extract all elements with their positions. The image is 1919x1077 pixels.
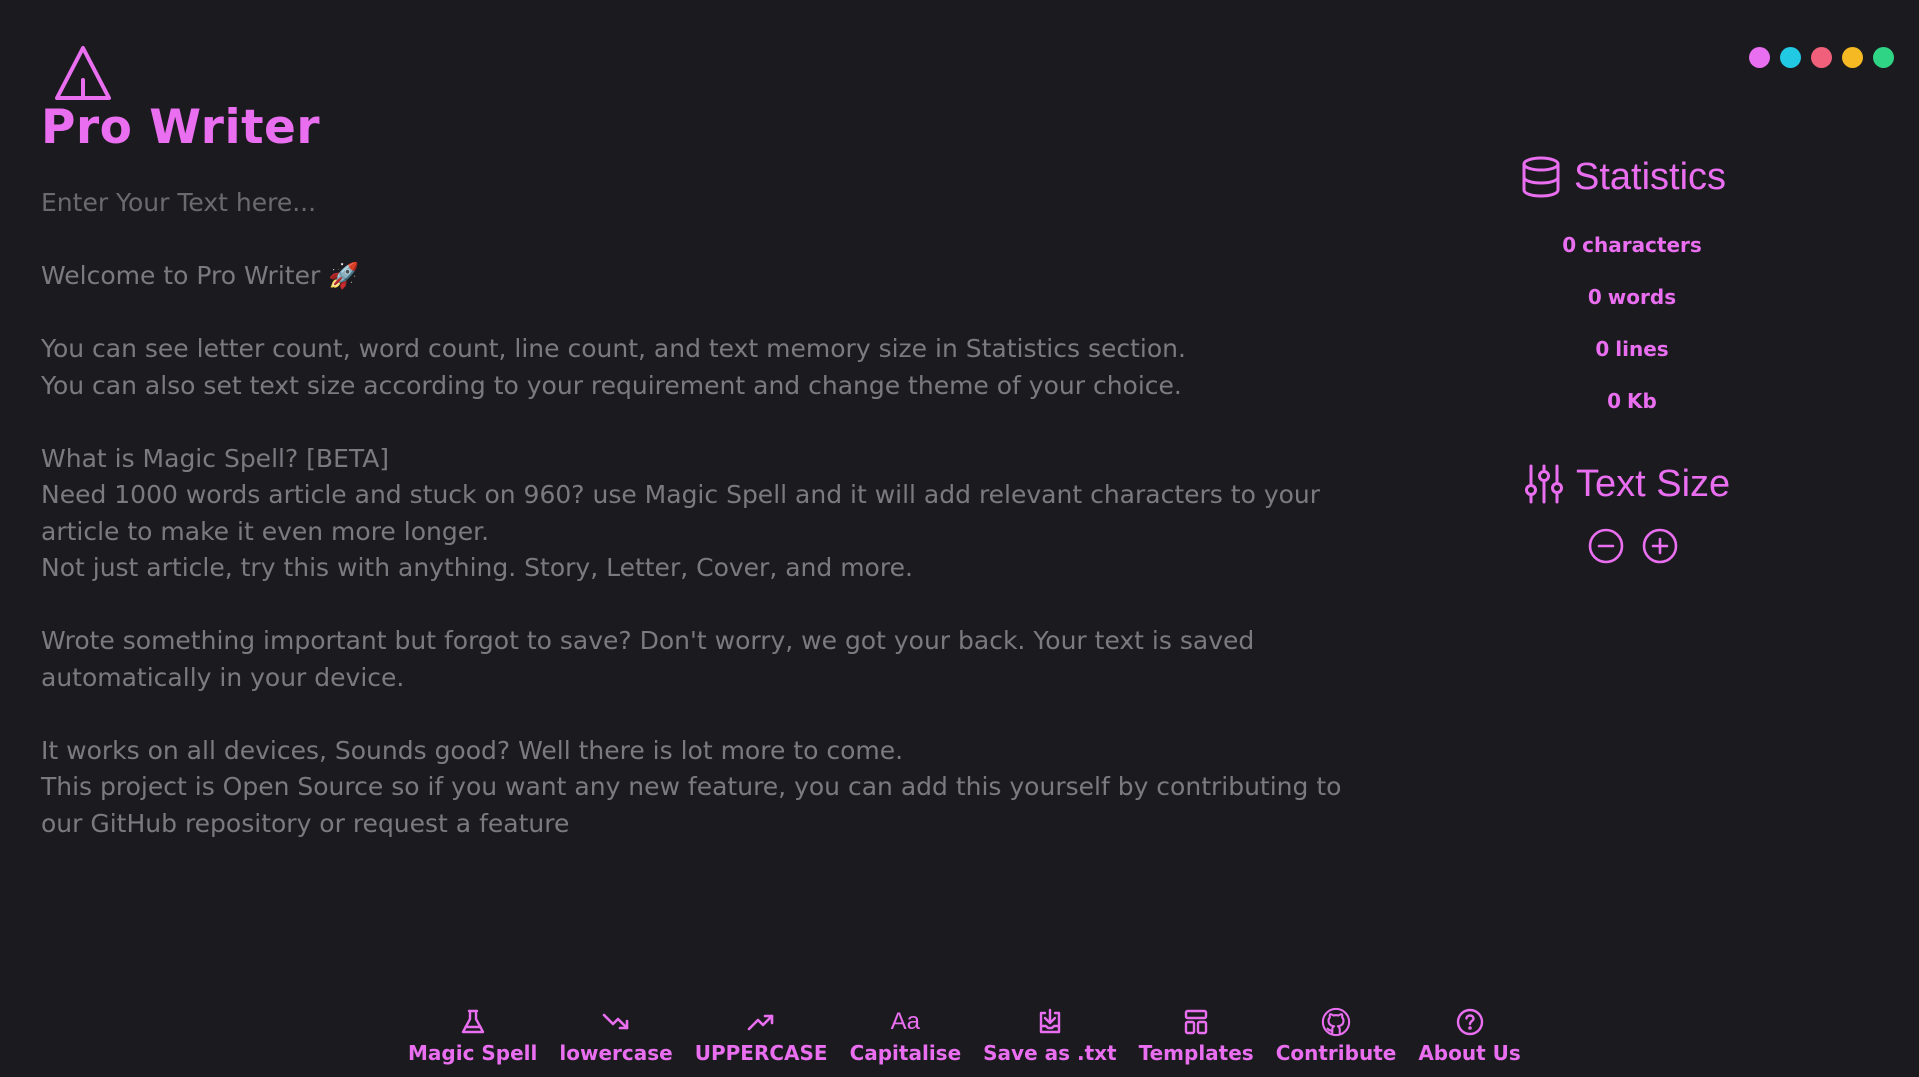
database-icon	[1522, 156, 1560, 198]
text-size-header: Text Size	[1524, 462, 1730, 506]
bottom-toolbar: Magic Spell lowercase UPPERCASE Aa Capit…	[408, 1007, 1543, 1065]
text-size-controls	[1588, 528, 1678, 564]
download-icon	[1039, 1008, 1061, 1034]
templates-button[interactable]: Templates	[1139, 1007, 1254, 1065]
statistics-header: Statistics	[1520, 155, 1726, 199]
trend-down-icon	[602, 1013, 629, 1030]
save-txt-button[interactable]: Save as .txt	[983, 1007, 1117, 1065]
sliders-icon	[1525, 464, 1563, 504]
lowercase-label: lowercase	[559, 1041, 673, 1065]
theme-dot-pink[interactable]	[1749, 47, 1770, 68]
lowercase-button[interactable]: lowercase	[559, 1007, 673, 1065]
theme-dot-yellow[interactable]	[1842, 47, 1863, 68]
trend-up-icon	[747, 1014, 774, 1031]
capitalise-button[interactable]: Aa Capitalise	[850, 1007, 962, 1065]
magic-spell-button[interactable]: Magic Spell	[408, 1007, 537, 1065]
stat-size: 0 Kb	[1607, 389, 1657, 413]
text-size-title: Text Size	[1576, 462, 1731, 505]
editor-content: Welcome to Pro Writer 🚀 You can see lett…	[41, 261, 1342, 838]
theme-dot-cyan[interactable]	[1780, 47, 1801, 68]
decrease-size-button[interactable]	[1588, 528, 1624, 564]
app-root: Pro Writer Enter Your Text here... Welco…	[0, 0, 1919, 1077]
about-us-label: About Us	[1418, 1041, 1521, 1065]
statistics-title: Statistics	[1574, 155, 1727, 198]
contribute-label: Contribute	[1275, 1041, 1397, 1065]
editor-placeholder: Enter Your Text here...	[41, 188, 317, 217]
templates-label: Templates	[1138, 1041, 1254, 1065]
text-editor[interactable]: Enter Your Text here... Welcome to Pro W…	[41, 185, 1421, 985]
statistics-list: 0 characters 0 words 0 lines 0 Kb	[1532, 225, 1732, 433]
flask-icon	[461, 1009, 484, 1034]
stat-words: 0 words	[1587, 285, 1677, 309]
stat-lines: 0 lines	[1595, 337, 1669, 361]
contribute-button[interactable]: Contribute	[1275, 1007, 1397, 1065]
help-circle-icon	[1456, 1008, 1483, 1036]
increase-size-button[interactable]	[1642, 528, 1678, 564]
github-icon	[1321, 1007, 1351, 1037]
theme-dot-green[interactable]	[1873, 47, 1894, 68]
text-case-icon: Aa	[890, 1008, 921, 1035]
about-us-button[interactable]: About Us	[1418, 1007, 1521, 1065]
logo-icon	[55, 46, 111, 100]
magic-spell-label: Magic Spell	[408, 1041, 538, 1065]
uppercase-button[interactable]: UPPERCASE	[695, 1007, 828, 1065]
theme-dot-red[interactable]	[1811, 47, 1832, 68]
app-title: Pro Writer	[41, 100, 321, 155]
uppercase-label: UPPERCASE	[694, 1041, 828, 1065]
save-txt-label: Save as .txt	[983, 1041, 1117, 1065]
capitalise-label: Capitalise	[849, 1041, 962, 1065]
theme-picker	[1749, 47, 1894, 68]
layout-icon	[1184, 1009, 1208, 1035]
stat-characters: 0 characters	[1562, 233, 1702, 257]
